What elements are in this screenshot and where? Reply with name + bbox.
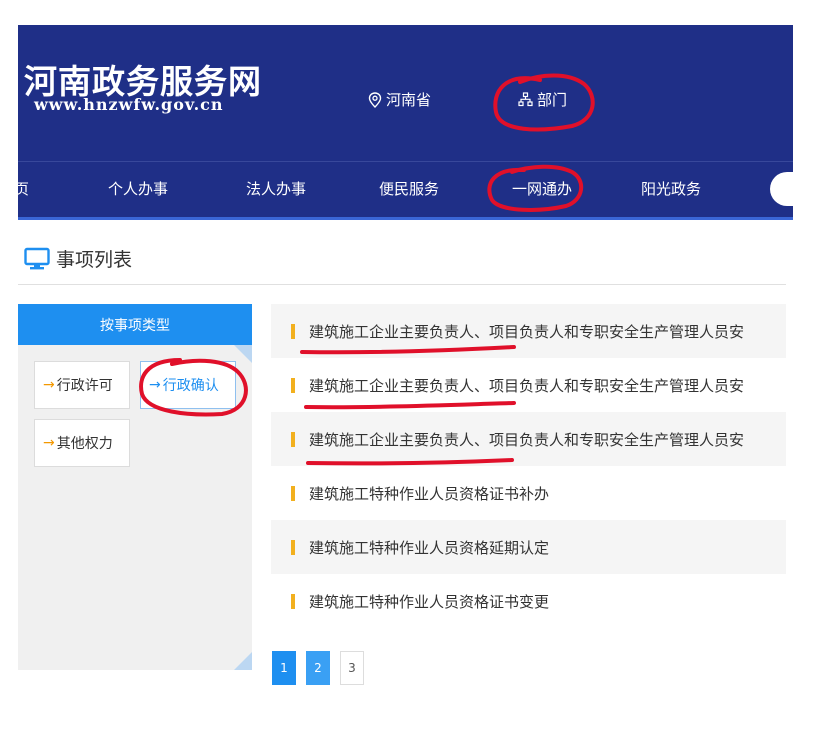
type-label: 行政确认	[162, 378, 219, 394]
nav-personal[interactable]: 个人办事	[108, 178, 168, 199]
nav-home[interactable]: 页	[18, 178, 29, 199]
list-marker	[291, 539, 295, 555]
list-item-title[interactable]: 建筑施工特种作业人员资格延期认定	[309, 537, 549, 558]
type-other-powers[interactable]: → 其他权力	[34, 419, 130, 467]
section-heading: 事项列表	[24, 245, 132, 272]
section-divider	[18, 284, 786, 285]
list-marker	[291, 593, 295, 609]
list-item[interactable]: 建筑施工企业主要负责人、项目负责人和专职安全生产管理人员安	[271, 304, 786, 358]
list-marker	[291, 431, 295, 447]
department-selector[interactable]: 部门	[518, 89, 567, 110]
list-item[interactable]: 建筑施工企业主要负责人、项目负责人和专职安全生产管理人员安	[271, 358, 786, 412]
monitor-icon	[24, 247, 50, 269]
arrow-right-icon: →	[43, 377, 55, 393]
type-label: 其他权力	[56, 436, 113, 452]
location-pin-icon	[368, 91, 382, 108]
list-item-title[interactable]: 建筑施工企业主要负责人、项目负责人和专职安全生产管理人员安	[309, 321, 744, 342]
list-marker	[291, 323, 295, 339]
list-item[interactable]: 建筑施工特种作业人员资格证书变更	[271, 574, 786, 628]
pagination: 1 2 3	[272, 651, 364, 685]
header-divider	[18, 161, 793, 162]
list-marker	[291, 485, 295, 501]
arrow-right-icon: →	[149, 377, 161, 393]
item-list: 建筑施工企业主要负责人、项目负责人和专职安全生产管理人员安 建筑施工企业主要负责…	[271, 304, 786, 628]
page-button-1[interactable]: 1	[272, 651, 296, 685]
nav-convenience[interactable]: 便民服务	[379, 178, 439, 199]
site-url: www.hnzwfw.gov.cn	[34, 95, 224, 114]
nav-legal-person[interactable]: 法人办事	[246, 178, 306, 199]
list-marker	[291, 377, 295, 393]
list-item-title[interactable]: 建筑施工企业主要负责人、项目负责人和专职安全生产管理人员安	[309, 429, 744, 450]
page-button-3[interactable]: 3	[340, 651, 364, 685]
list-item-title[interactable]: 建筑施工特种作业人员资格证书补办	[309, 483, 549, 504]
type-label: 行政许可	[56, 378, 113, 394]
header-accent-line	[18, 217, 793, 220]
list-item[interactable]: 建筑施工特种作业人员资格延期认定	[271, 520, 786, 574]
location-label: 河南省	[386, 91, 432, 109]
site-header: 河南政务服务网 www.hnzwfw.gov.cn 河南省 部门 页 个人办事 …	[18, 25, 793, 220]
list-item[interactable]: 建筑施工特种作业人员资格证书补办	[271, 466, 786, 520]
location-selector[interactable]: 河南省	[368, 89, 431, 110]
list-item-title[interactable]: 建筑施工特种作业人员资格证书变更	[309, 591, 549, 612]
type-sidebar: 按事项类型 → 行政许可 → 行政确认 → 其他权力	[18, 304, 252, 670]
sidebar-heading: 按事项类型	[18, 304, 252, 345]
page-button-2[interactable]: 2	[306, 651, 330, 685]
arrow-right-icon: →	[43, 435, 55, 451]
type-administrative-confirmation[interactable]: → 行政确认	[140, 361, 236, 409]
department-label: 部门	[537, 91, 568, 109]
nav-one-network[interactable]: 一网通办	[512, 178, 572, 199]
sidebar-corner-top	[234, 345, 252, 363]
search-box[interactable]	[770, 172, 793, 206]
org-chart-icon	[518, 92, 533, 107]
sidebar-corner-bottom	[234, 652, 252, 670]
page-title: 事项列表	[56, 249, 133, 271]
list-item-title[interactable]: 建筑施工企业主要负责人、项目负责人和专职安全生产管理人员安	[309, 375, 744, 396]
list-item[interactable]: 建筑施工企业主要负责人、项目负责人和专职安全生产管理人员安	[271, 412, 786, 466]
type-administrative-license[interactable]: → 行政许可	[34, 361, 130, 409]
nav-sunshine-gov[interactable]: 阳光政务	[641, 178, 701, 199]
